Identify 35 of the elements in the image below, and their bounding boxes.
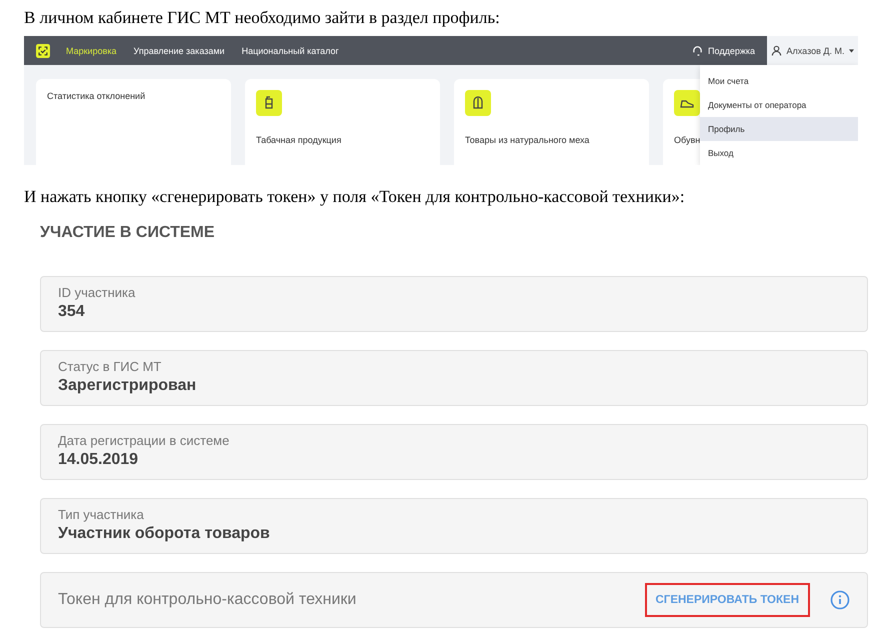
field-value: 354 bbox=[58, 302, 85, 322]
section-title: УЧАСТИЕ В СИСТЕМЕ bbox=[40, 223, 216, 243]
support-link[interactable]: Поддержка bbox=[692, 45, 755, 56]
field-value: 14.05.2019 bbox=[58, 450, 138, 470]
category-card[interactable]: Статистика отклонений bbox=[36, 79, 231, 165]
menu-item[interactable]: Профиль bbox=[700, 117, 858, 141]
field-label: Дата регистрации в системе bbox=[58, 433, 230, 449]
category-card[interactable]: Товары из натурального меха bbox=[454, 79, 649, 165]
category-card[interactable]: Табачная продукция bbox=[245, 79, 440, 165]
field-label: Статус в ГИС МТ bbox=[58, 359, 162, 375]
shoe-icon bbox=[674, 90, 700, 116]
pack-icon bbox=[256, 90, 282, 116]
card-title: Табачная продукция bbox=[256, 135, 342, 145]
card-title: Товары из натурального меха bbox=[465, 135, 590, 145]
menu-item[interactable]: Выход bbox=[700, 141, 858, 165]
info-icon[interactable] bbox=[830, 590, 850, 610]
field-label: Тип участника bbox=[58, 507, 144, 523]
field-label: ID участника bbox=[58, 285, 136, 301]
card-title: Статистика отклонений bbox=[47, 91, 146, 101]
card-title: Обувн bbox=[674, 135, 700, 145]
field-value: Участник оборота товаров bbox=[58, 524, 270, 544]
user-menu-button[interactable]: Алхазов Д. М. bbox=[767, 36, 858, 65]
nav-link[interactable]: Управление заказами bbox=[134, 46, 225, 56]
logo-icon bbox=[36, 44, 50, 58]
headset-icon bbox=[692, 45, 704, 56]
field-label: Токен для контрольно-кассовой техники bbox=[58, 591, 358, 609]
instruction-text: В личном кабинете ГИС МТ необходимо зайти в раздел профиль: bbox=[23, 7, 501, 29]
field-value: Зарегистрирован bbox=[58, 376, 196, 396]
caret-icon bbox=[849, 48, 854, 52]
instruction-text: И нажать кнопку «сгенерировать токен» у поля «Токен для контрольно-кассовой техники»: bbox=[23, 186, 686, 208]
user-icon bbox=[770, 45, 782, 56]
nav-link[interactable]: Национальный каталог bbox=[242, 46, 339, 56]
menu-item[interactable]: Документы от оператора bbox=[700, 93, 858, 117]
nav-link[interactable]: Маркировка bbox=[66, 46, 117, 56]
menu-item[interactable]: Мои счета bbox=[700, 69, 858, 93]
